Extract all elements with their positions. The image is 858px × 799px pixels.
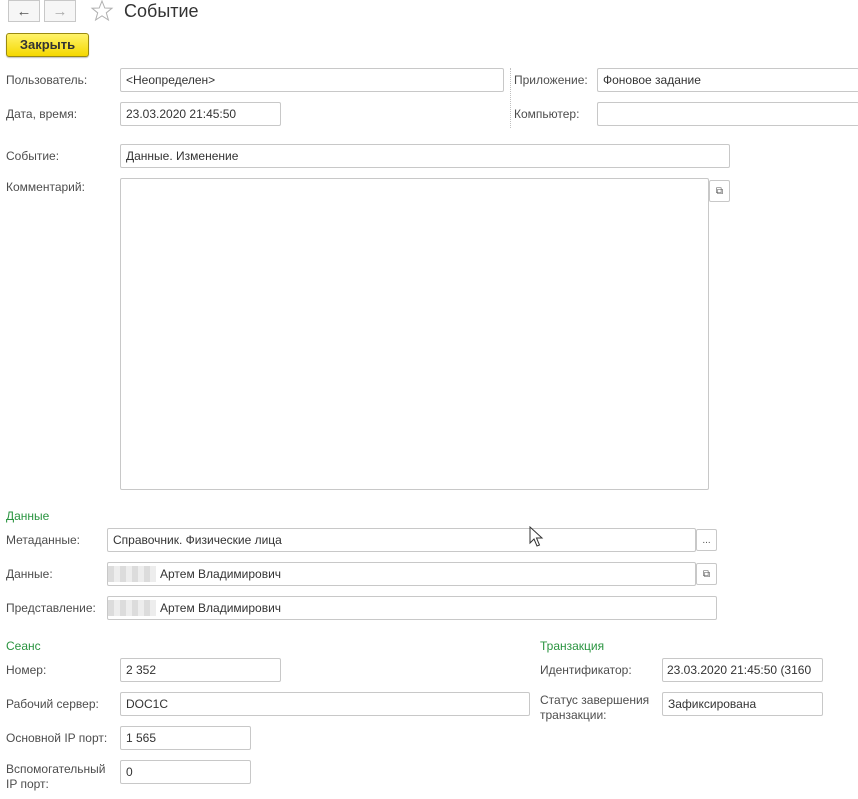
forward-button[interactable]: → bbox=[44, 0, 76, 22]
redacted-block bbox=[108, 566, 156, 582]
session-number-field[interactable]: 2 352 bbox=[120, 658, 281, 682]
metadata-label: Метаданные: bbox=[6, 533, 81, 547]
transaction-id-field[interactable]: 23.03.2020 21:45:50 (3160 bbox=[662, 658, 823, 682]
close-button[interactable]: Закрыть bbox=[6, 33, 89, 57]
server-label: Рабочий сервер: bbox=[6, 697, 99, 711]
computer-label: Компьютер: bbox=[514, 107, 580, 121]
aux-port-label-line2: IP порт: bbox=[6, 777, 49, 791]
user-field[interactable]: <Неопределен> bbox=[120, 68, 504, 92]
user-label: Пользователь: bbox=[6, 73, 88, 87]
arrow-left-icon: ← bbox=[16, 2, 32, 20]
data-section-title: Данные bbox=[6, 509, 50, 523]
comment-textarea[interactable] bbox=[120, 178, 709, 490]
datetime-field[interactable]: 23.03.2020 21:45:50 bbox=[120, 102, 281, 126]
transaction-status-label-line2: транзакции: bbox=[540, 708, 607, 722]
column-divider bbox=[510, 68, 511, 128]
data-label: Данные: bbox=[6, 567, 53, 581]
session-number-label: Номер: bbox=[6, 663, 47, 677]
arrow-right-icon: → bbox=[52, 2, 68, 20]
event-label: Событие: bbox=[6, 149, 60, 163]
datetime-label: Дата, время: bbox=[6, 107, 78, 121]
ellipsis-icon: ... bbox=[702, 534, 711, 546]
star-icon bbox=[90, 0, 114, 22]
data-field[interactable]: Артем Владимирович bbox=[107, 562, 696, 586]
comment-label: Комментарий: bbox=[6, 180, 85, 194]
transaction-id-label: Идентификатор: bbox=[540, 663, 632, 677]
aux-port-label-line1: Вспомогательный bbox=[6, 762, 106, 776]
main-port-field[interactable]: 1 565 bbox=[120, 726, 251, 750]
aux-port-field[interactable]: 0 bbox=[120, 760, 251, 784]
event-field[interactable]: Данные. Изменение bbox=[120, 144, 730, 168]
transaction-section-title: Транзакция bbox=[540, 639, 605, 653]
metadata-field[interactable]: Справочник. Физические лица bbox=[107, 528, 696, 552]
presentation-field[interactable]: Артем Владимирович bbox=[107, 596, 717, 620]
mouse-cursor-icon bbox=[529, 526, 544, 547]
back-button[interactable]: ← bbox=[8, 0, 40, 22]
app-label: Приложение: bbox=[514, 73, 588, 87]
main-port-label: Основной IP порт: bbox=[6, 731, 108, 745]
transaction-status-label-line1: Статус завершения bbox=[540, 693, 650, 707]
favorite-button[interactable] bbox=[90, 0, 114, 22]
open-window-icon: ⧉ bbox=[715, 185, 724, 197]
presentation-label: Представление: bbox=[6, 601, 96, 615]
data-open-button[interactable]: ⧉ bbox=[696, 563, 717, 585]
page-title: Событие bbox=[124, 1, 199, 21]
app-field[interactable]: Фоновое задание bbox=[597, 68, 858, 92]
open-window-icon: ⧉ bbox=[702, 568, 711, 580]
server-field[interactable]: DOC1C bbox=[120, 692, 530, 716]
comment-open-button[interactable]: ⧉ bbox=[709, 180, 730, 202]
redacted-block bbox=[108, 600, 156, 616]
metadata-select-button[interactable]: ... bbox=[696, 529, 717, 551]
computer-field[interactable] bbox=[597, 102, 858, 126]
transaction-status-field[interactable]: Зафиксирована bbox=[662, 692, 823, 716]
session-section-title: Сеанс bbox=[6, 639, 41, 653]
